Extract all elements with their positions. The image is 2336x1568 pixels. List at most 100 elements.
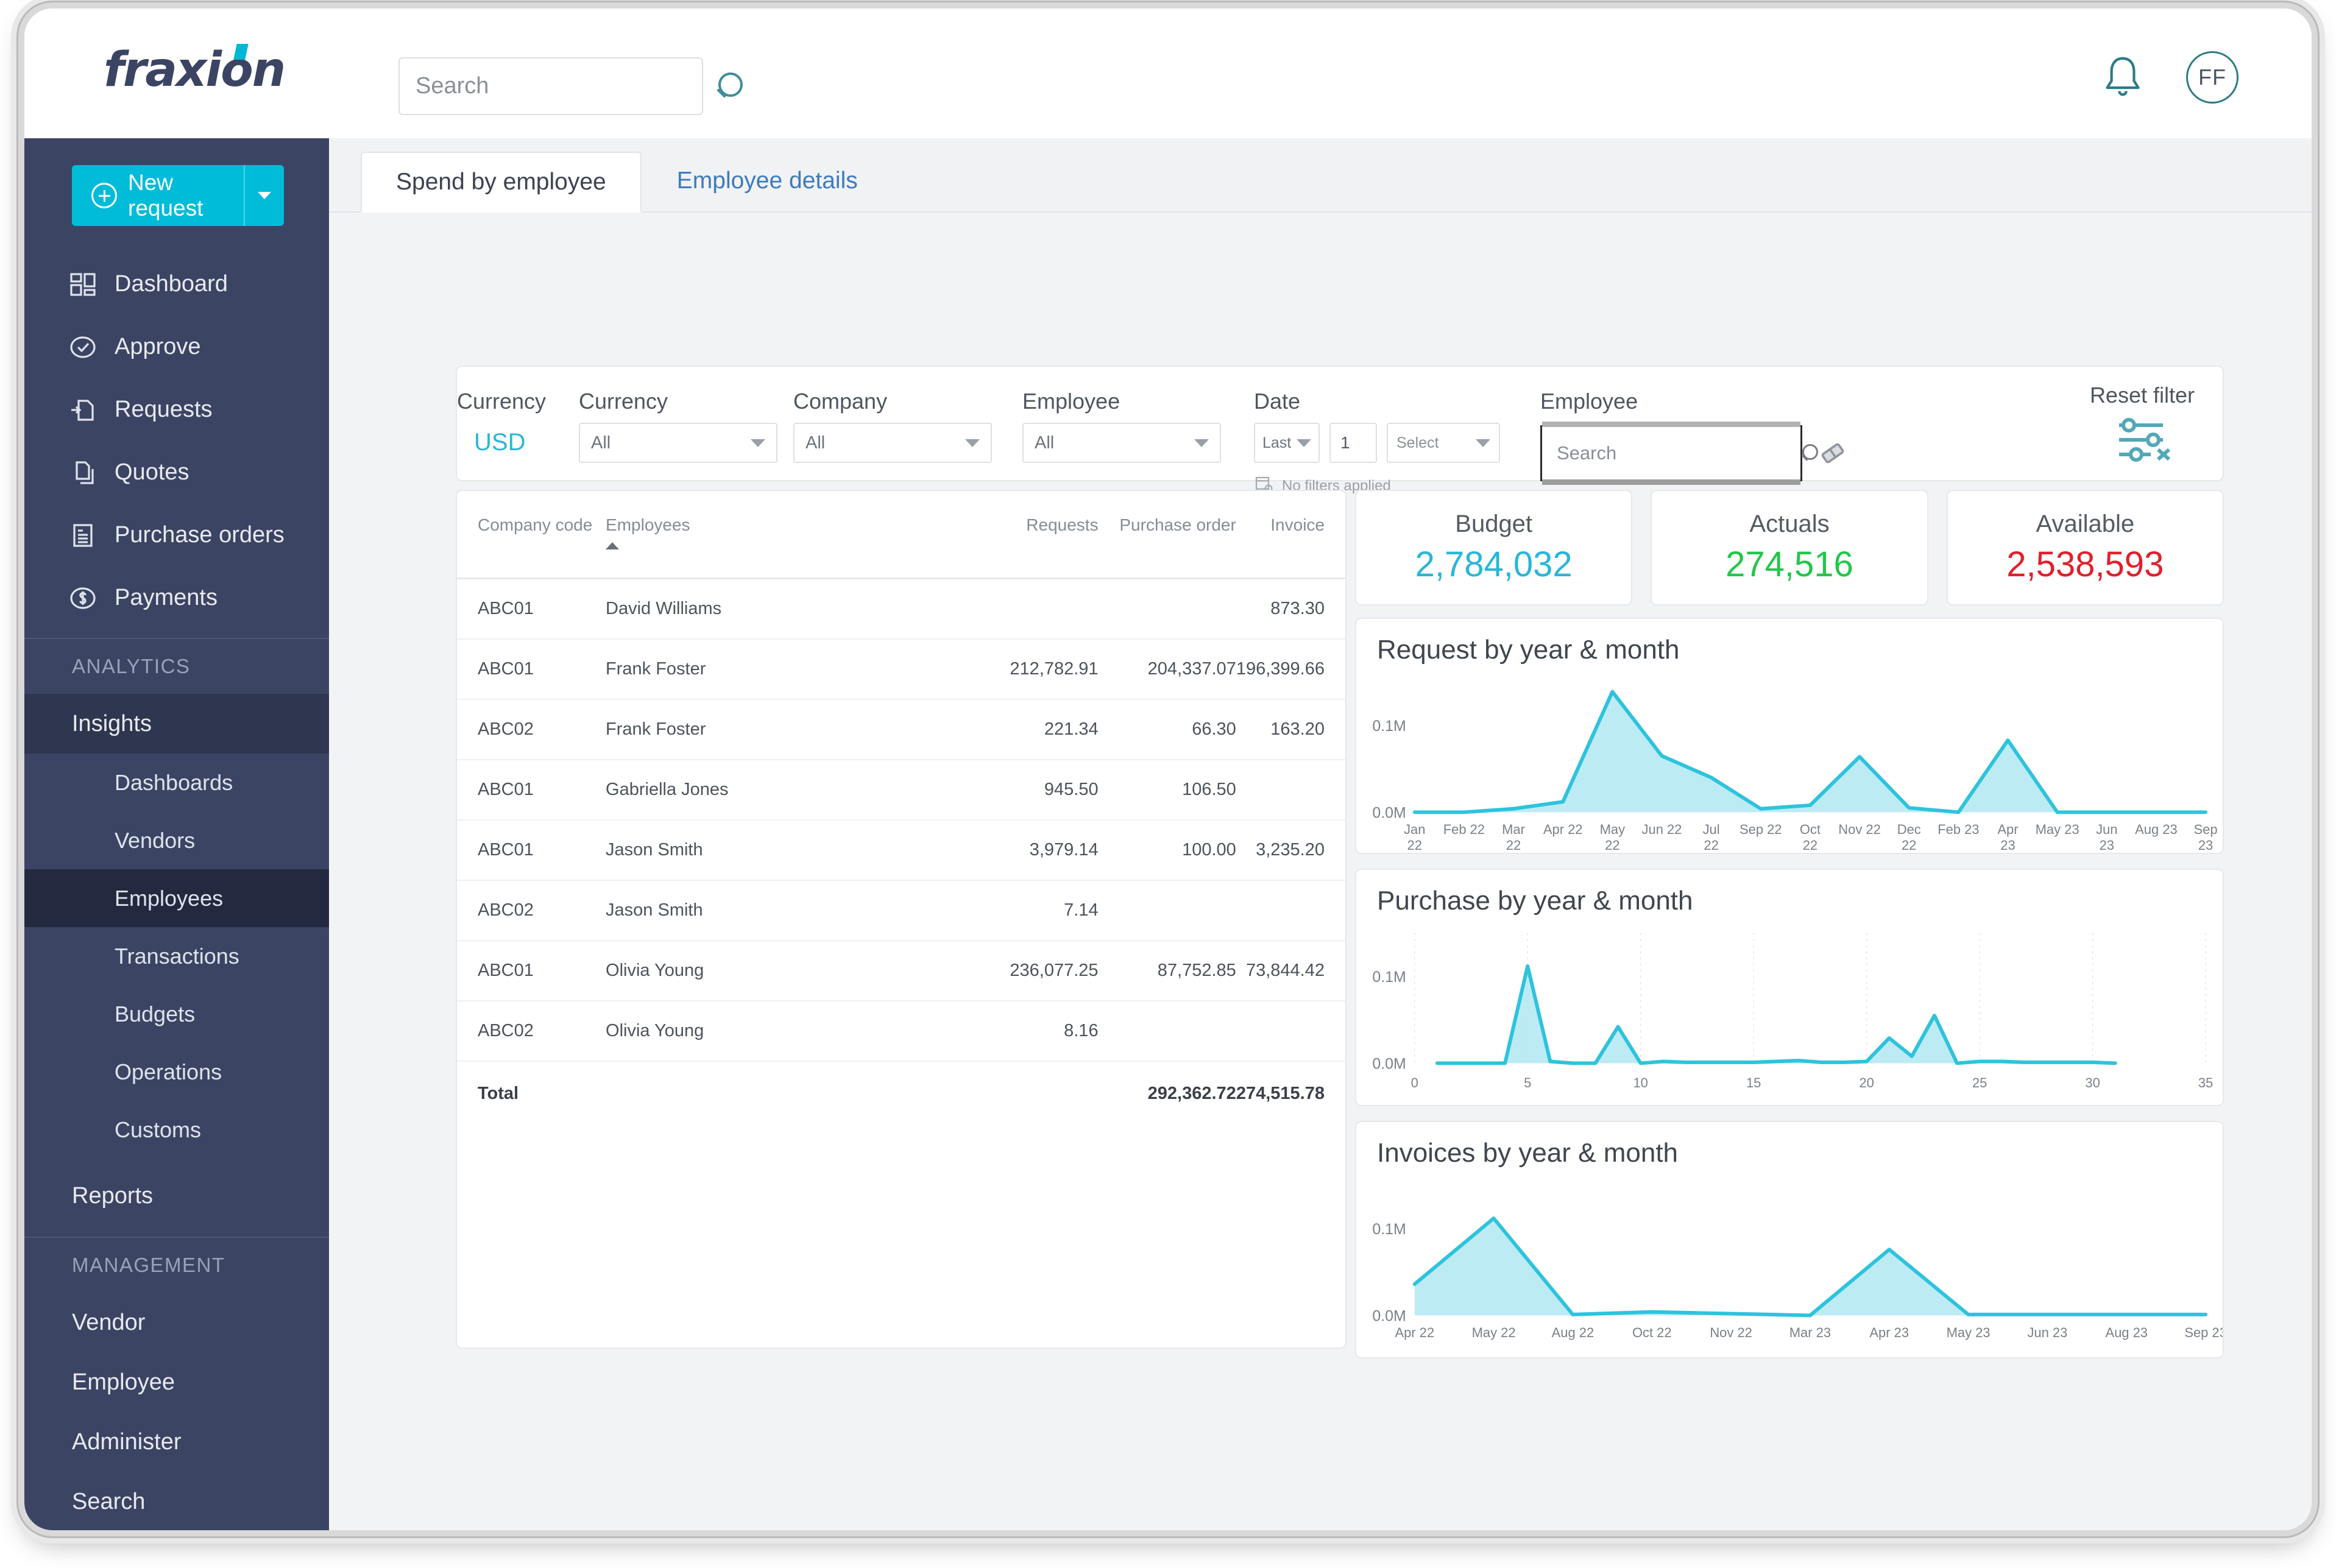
- col-employees[interactable]: Employees: [606, 491, 965, 579]
- sidebar-item-quotes[interactable]: Quotes: [24, 441, 329, 504]
- eraser-icon[interactable]: [1813, 433, 1853, 474]
- cell-requests: 3,979.14: [965, 820, 1099, 881]
- employee-search-input[interactable]: [1557, 442, 1800, 464]
- svg-text:35: 35: [2198, 1075, 2213, 1090]
- bell-icon[interactable]: [2102, 54, 2143, 101]
- svg-text:May 22: May 22: [1472, 1325, 1516, 1340]
- cell-company-code: ABC01: [457, 760, 606, 821]
- cell-employee: Olivia Young: [606, 1001, 966, 1062]
- cell-invoice: [1236, 880, 1345, 941]
- cell-invoice: 3,235.20: [1236, 820, 1345, 881]
- sidebar-item-employees[interactable]: Employees: [24, 869, 329, 927]
- svg-text:0.0M: 0.0M: [1372, 1307, 1406, 1324]
- tab-spend-by-employee[interactable]: Spend by employee: [361, 152, 642, 213]
- sidebar-item-budgets[interactable]: Budgets: [24, 985, 329, 1043]
- table-row[interactable]: ABC02 Frank Foster 221.34 66.30 163.20: [457, 699, 1345, 760]
- filter-label: Date: [1254, 389, 1301, 414]
- svg-text:Jan22: Jan 22: [1404, 822, 1425, 853]
- table-row[interactable]: ABC02 Jason Smith 7.14: [457, 880, 1345, 941]
- sidebar-item-label: Vendors: [115, 827, 196, 853]
- sidebar-item-reports[interactable]: Reports: [24, 1166, 329, 1226]
- global-search[interactable]: [398, 57, 743, 115]
- kpi-label: Budget: [1455, 510, 1533, 537]
- new-request-button-group[interactable]: New request: [72, 165, 284, 226]
- table-row[interactable]: ABC01 David Williams 873.30: [457, 578, 1345, 640]
- sidebar-item-label: Dashboard: [115, 271, 228, 297]
- brand-logo[interactable]: fraxion: [104, 44, 286, 94]
- sidebar-item-vendors[interactable]: Vendors: [24, 811, 329, 869]
- sidebar-item-insights[interactable]: Insights: [24, 694, 329, 754]
- company-select[interactable]: All: [793, 423, 992, 463]
- employee-search-box[interactable]: [1540, 422, 1818, 485]
- chart-area: 0.0M 0.1M 0 5 10 15 20 25 30 35: [1372, 933, 2213, 1090]
- cell-requests: 236,077.25: [965, 941, 1099, 1001]
- sidebar-item-purchase-orders[interactable]: Purchase orders: [24, 504, 329, 567]
- filter-employee: Employee All: [1022, 383, 1254, 463]
- avatar[interactable]: FF: [2186, 51, 2239, 104]
- sidebar-item-transactions[interactable]: Transactions: [24, 927, 329, 985]
- date-number-input[interactable]: 1: [1329, 423, 1377, 463]
- sidebar-item-label: Search: [72, 1488, 146, 1514]
- tab-employee-details[interactable]: Employee details: [642, 150, 893, 211]
- sidebar-item-dashboards[interactable]: Dashboards: [24, 754, 329, 811]
- new-request-button[interactable]: New request: [72, 165, 244, 226]
- table-row[interactable]: ABC01 Jason Smith 3,979.14 100.00 3,235.…: [457, 820, 1345, 881]
- table-row[interactable]: ABC01 Gabriella Jones 945.50 106.50: [457, 760, 1345, 821]
- sidebar-item-dashboard[interactable]: Dashboard: [24, 253, 329, 316]
- date-range-value: Last: [1262, 434, 1292, 451]
- chart-title: Invoices by year & month: [1377, 1138, 1679, 1168]
- sidebar-item-operations[interactable]: Operations: [24, 1043, 329, 1101]
- table-body: ABC01 David Williams 873.30 ABC01 Frank …: [457, 578, 1345, 1124]
- new-request-dropdown-button[interactable]: [244, 165, 284, 226]
- chart-request-by-year-month: Request by year & month 0.0M 0.1M Jan 22 Feb…: [1355, 618, 2224, 854]
- filter-label: Currency: [579, 389, 668, 414]
- svg-text:May 23: May 23: [1947, 1325, 1991, 1340]
- search-icon[interactable]: [713, 70, 746, 103]
- svg-text:0: 0: [1411, 1075, 1418, 1090]
- sidebar-item-label: Dashboards: [115, 769, 233, 795]
- col-company-code[interactable]: Company code: [457, 491, 606, 579]
- total-spacer: [606, 1061, 965, 1123]
- sidebar-item-label: Reports: [72, 1182, 154, 1209]
- sidebar-item-administer[interactable]: Administer: [24, 1412, 329, 1472]
- employee-select[interactable]: All: [1022, 423, 1221, 463]
- sidebar-item-payments[interactable]: Payments: [24, 567, 329, 629]
- sidebar-item-customs[interactable]: Customs: [24, 1101, 329, 1159]
- sidebar-item-requests[interactable]: Requests: [24, 378, 329, 441]
- date-range-select[interactable]: Last: [1254, 423, 1320, 463]
- filter-label: Currency: [457, 389, 547, 414]
- svg-text:Aug 23: Aug 23: [2105, 1325, 2147, 1340]
- reset-filter[interactable]: Reset filter: [2090, 383, 2195, 463]
- tab-bar: Spend by employee Employee details: [329, 138, 2312, 213]
- sidebar-item-approve[interactable]: Approve: [24, 316, 329, 378]
- col-requests[interactable]: Requests: [965, 491, 1098, 579]
- col-invoice[interactable]: Invoice: [1236, 491, 1345, 579]
- svg-text:0.1M: 0.1M: [1372, 1221, 1406, 1238]
- filter-sliders-x-icon[interactable]: [2109, 417, 2175, 463]
- col-purchase-order[interactable]: Purchase order: [1099, 491, 1236, 579]
- svg-text:0.0M: 0.0M: [1372, 1055, 1406, 1072]
- plus-circle-icon: [91, 183, 117, 208]
- header-actions: FF: [2102, 51, 2239, 104]
- cell-requests: 221.34: [965, 699, 1099, 760]
- table-row[interactable]: ABC02 Olivia Young 8.16: [457, 1001, 1345, 1062]
- chart-area: 0.0M 0.1M Jan 22 Feb 22 Mar 22 Apr 22 May 22 Jun 2…: [1372, 690, 2218, 853]
- cell-purchase-order: 66.30: [1098, 699, 1236, 760]
- sidebar-item-employee[interactable]: Employee: [24, 1352, 329, 1412]
- cell-company-code: ABC02: [457, 880, 606, 941]
- total-invoice: 274,515.78: [1236, 1084, 1325, 1103]
- date-unit-select[interactable]: Select: [1387, 423, 1500, 463]
- table-row[interactable]: ABC01 Olivia Young 236,077.25 87,752.85 …: [457, 941, 1345, 1001]
- cell-company-code: ABC02: [457, 1001, 606, 1062]
- table-row[interactable]: ABC01 Frank Foster 212,782.91 204,337.07…: [457, 639, 1345, 700]
- app-header: fraxion FF: [24, 9, 2312, 138]
- svg-text:30: 30: [2085, 1075, 2100, 1090]
- dashboard-icon: [68, 270, 97, 299]
- sidebar-item-vendor[interactable]: Vendor: [24, 1293, 329, 1352]
- cell-company-code: ABC01: [457, 578, 606, 640]
- search-input[interactable]: [400, 73, 713, 99]
- sidebar-item-search[interactable]: Search: [24, 1472, 329, 1530]
- sidebar-item-label: Employees: [115, 885, 224, 911]
- filter-label: Employee: [1540, 389, 1638, 414]
- currency-select[interactable]: All: [579, 423, 777, 463]
